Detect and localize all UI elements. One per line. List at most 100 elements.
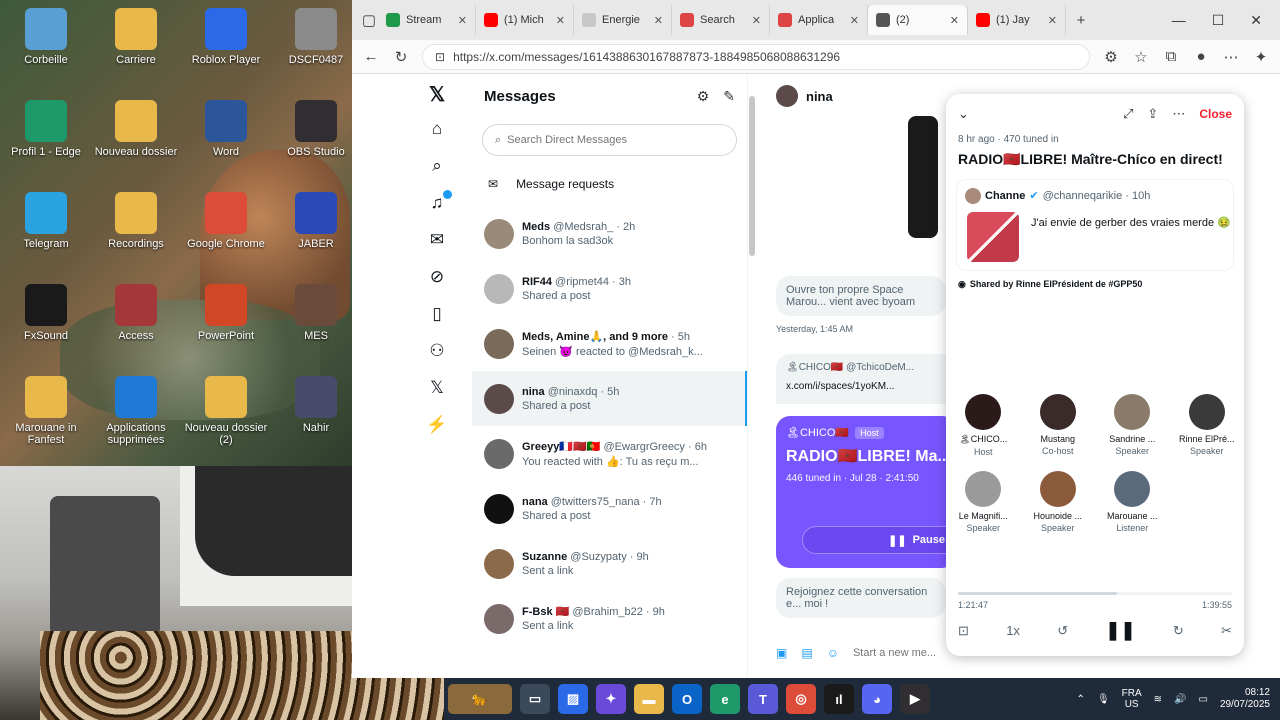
desktop-icon[interactable]: Nouveau dossier	[92, 100, 180, 158]
desktop-icon[interactable]: Applications supprimées	[92, 376, 180, 446]
forward-icon[interactable]: ↻	[1173, 623, 1184, 639]
pause-button[interactable]: ❚❚ Pause	[802, 526, 956, 554]
home-icon[interactable]: ⌂	[425, 119, 449, 141]
desktop-icon[interactable]: Nahir	[272, 376, 352, 434]
message-requests[interactable]: ✉ Message requests	[472, 162, 747, 206]
share-icon[interactable]: ⇪	[1147, 106, 1158, 122]
volume-icon[interactable]: 🔊	[1174, 694, 1186, 705]
browser-tab[interactable]: Stream ✕	[378, 5, 476, 35]
conversation-item[interactable]: nina @ninaxdq · 5h Shared a post	[472, 371, 747, 426]
tab-actions-icon[interactable]: ▢	[360, 11, 378, 29]
desktop-icon[interactable]: Access	[92, 284, 180, 342]
browser-tab[interactable]: Search ✕	[672, 5, 770, 35]
chrome-icon[interactable]: ◎	[786, 684, 816, 714]
browser-tab[interactable]: Energie ✕	[574, 5, 672, 35]
desktop-icon[interactable]: Telegram	[2, 192, 90, 250]
communities-icon[interactable]: ⚇	[425, 341, 449, 363]
desktop-icon[interactable]: Corbeille	[2, 8, 90, 66]
language-indicator[interactable]: FRA US	[1122, 688, 1142, 710]
scrollbar[interactable]	[749, 96, 755, 256]
desktop-icon[interactable]: JABER	[272, 192, 352, 250]
task-view-icon[interactable]: ▭	[520, 684, 550, 714]
conversation-item[interactable]: Suzanne @Suzypaty · 9h Sent a link	[472, 536, 747, 591]
close-tab-icon[interactable]: ✕	[458, 14, 467, 27]
back-icon[interactable]: ←	[362, 48, 380, 65]
expand-icon[interactable]: ⤢	[1123, 106, 1133, 122]
pause-icon[interactable]: ❚❚	[1105, 620, 1135, 641]
emoji-icon[interactable]: ☺	[827, 646, 839, 660]
desktop-icon[interactable]: Carriere	[92, 8, 180, 66]
media-player-icon[interactable]: ▶	[900, 684, 930, 714]
site-info-icon[interactable]: ⊡	[435, 50, 445, 64]
conversation-item[interactable]: Meds @Medsrah_ · 2h Bonhom la sad3ok	[472, 206, 747, 261]
discord-icon[interactable]: ◕	[862, 684, 892, 714]
desktop-icon[interactable]: Google Chrome	[182, 192, 270, 250]
wifi-icon[interactable]: ≋	[1154, 694, 1162, 705]
space-card[interactable]: 🏝CHICO🇲🇦 Host RADIO🇲🇦LIBRE! Ma... Chíco …	[776, 416, 956, 568]
more-icon[interactable]: ⋯	[1172, 106, 1185, 122]
refresh-icon[interactable]: ↻	[392, 48, 410, 66]
battery-icon[interactable]: ▭	[1198, 694, 1207, 705]
x-logo-icon[interactable]: 𝕏	[425, 82, 449, 106]
desktop-icon[interactable]: Word	[182, 100, 270, 158]
more-icon[interactable]: ⋯	[1222, 48, 1240, 66]
close-button[interactable]: Close	[1199, 107, 1232, 121]
profile-icon[interactable]: ●	[1192, 48, 1210, 65]
space-participant[interactable]: Hounoide ... Speaker	[1021, 471, 1096, 533]
desktop-icon[interactable]: Nouveau dossier (2)	[182, 376, 270, 446]
new-tab-icon[interactable]: +	[1072, 12, 1090, 29]
close-window-icon[interactable]: ✕	[1250, 12, 1262, 29]
desktop-icon[interactable]: Profil 1 - Edge	[2, 100, 90, 158]
speed-button[interactable]: 1x	[1006, 623, 1020, 638]
desktop-icon[interactable]: DSCF0487	[272, 8, 352, 66]
conversation-item[interactable]: F-Bsk 🇲🇦 @Brahim_b22 · 9h Sent a link	[472, 591, 747, 646]
explore-icon[interactable]: ⌕	[425, 156, 449, 178]
desktop-icon[interactable]: Recordings	[92, 192, 180, 250]
shared-media[interactable]	[908, 116, 938, 238]
copilot-icon[interactable]: ✦	[596, 684, 626, 714]
settings-icon[interactable]: ⚙	[697, 88, 710, 105]
shared-space-header[interactable]: 🏝CHICO🇲🇦 @TchicoDeM... x.com/i/spaces/1y…	[776, 354, 956, 404]
desktop-icon[interactable]: MES	[272, 284, 352, 342]
collections-icon[interactable]: ⧉	[1162, 48, 1180, 65]
widgets-icon[interactable]: 🐆	[448, 684, 512, 714]
close-tab-icon[interactable]: ✕	[752, 14, 761, 27]
media-icon[interactable]: ▣	[776, 646, 787, 660]
conversation-item[interactable]: Greeyy🇫🇷🇲🇦🇵🇹 @EwargrGreecy · 6h You react…	[472, 426, 747, 481]
desktop-icon[interactable]: Marouane in Fanfest	[2, 376, 90, 446]
browser-tab[interactable]: (2) ✕	[868, 5, 968, 35]
post-image[interactable]	[967, 211, 1019, 262]
search-box[interactable]: ⌕	[482, 124, 737, 156]
space-participant[interactable]: Sandrine ... Speaker	[1095, 394, 1170, 457]
desktop-icon[interactable]: PowerPoint	[182, 284, 270, 342]
file-explorer-icon[interactable]: ▬	[634, 684, 664, 714]
space-participant[interactable]: 🏝CHICO... Host	[946, 394, 1021, 457]
outlook-icon[interactable]: O	[672, 684, 702, 714]
new-message-icon[interactable]: ✎	[723, 88, 735, 105]
space-participant[interactable]: Marouane ... Listener	[1095, 471, 1170, 533]
desktop-icon[interactable]: OBS Studio	[272, 100, 352, 158]
conversation-item[interactable]: nana @twitters75_nana · 7h Shared a post	[472, 481, 747, 536]
desktop-icon[interactable]: Roblox Player	[182, 8, 270, 66]
rewind-icon[interactable]: ↺	[1057, 623, 1068, 639]
url-field[interactable]: ⊡ https://x.com/messages/161438863016788…	[422, 43, 1090, 70]
space-participant[interactable]: Le Magnifi... Speaker	[946, 471, 1021, 533]
premium-icon[interactable]: 𝕏	[425, 378, 449, 400]
close-tab-icon[interactable]: ✕	[850, 14, 859, 27]
favorites-icon[interactable]: ☆	[1132, 48, 1150, 66]
conversation-item[interactable]: Meds, Amine🙏, and 9 more · 5h Seinen 😈 re…	[472, 316, 747, 371]
desktop-icon[interactable]: FxSound	[2, 284, 90, 342]
conversation-item[interactable]: RIF44 @ripmet44 · 3h Shared a post	[472, 261, 747, 316]
close-tab-icon[interactable]: ✕	[556, 14, 565, 27]
browser-tab[interactable]: (1) Jay ✕	[968, 5, 1066, 35]
message-input[interactable]	[852, 647, 953, 659]
space-participant[interactable]: Mustang Co-host	[1021, 394, 1096, 457]
minimize-icon[interactable]: —	[1172, 12, 1186, 29]
close-tab-icon[interactable]: ✕	[950, 14, 959, 27]
app-icon[interactable]: ▨	[558, 684, 588, 714]
tray-overflow-icon[interactable]: ⌃	[1077, 694, 1085, 705]
browser-tab[interactable]: (1) Mich ✕	[476, 5, 574, 35]
pinned-post[interactable]: Channe ✔ @channeqarikie · 10h J'ai envie…	[956, 178, 1234, 271]
space-participant[interactable]: Rinne ElPré... Speaker	[1170, 394, 1245, 457]
close-tab-icon[interactable]: ✕	[1048, 14, 1057, 27]
